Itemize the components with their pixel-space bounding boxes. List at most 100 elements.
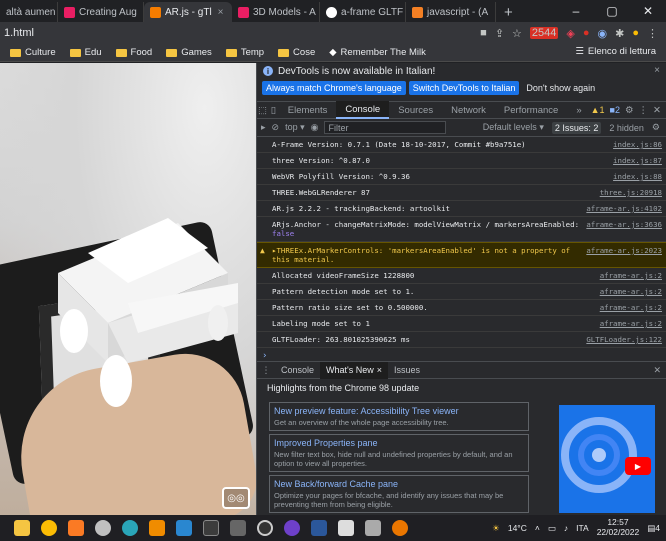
calculator-icon[interactable] — [203, 520, 219, 536]
tab-elements[interactable]: Elements — [279, 101, 337, 119]
profile-icon[interactable]: ● — [632, 27, 639, 39]
close-icon[interactable]: × — [218, 7, 224, 18]
browser-tab-0[interactable]: altà aumen — [0, 2, 58, 22]
app-icon[interactable] — [95, 520, 111, 536]
tab-console[interactable]: Console — [336, 101, 390, 119]
dismiss-button[interactable]: Don't show again — [522, 81, 599, 95]
tab-performance[interactable]: Performance — [495, 101, 567, 119]
temperature[interactable]: 14°C — [508, 523, 527, 533]
pen-icon[interactable] — [230, 520, 246, 536]
close-icon[interactable]: × — [377, 365, 382, 375]
bookmark-folder[interactable]: Games — [166, 47, 212, 58]
log-source-link[interactable]: aframe-ar.js:2 — [594, 319, 662, 328]
clear-console-icon[interactable]: ⊘ — [272, 122, 280, 133]
console-filter-input[interactable]: Filter — [324, 121, 447, 134]
volume-icon[interactable]: ♪ — [564, 523, 568, 533]
gear-icon[interactable]: ⚙ — [625, 105, 634, 116]
xampp-icon[interactable] — [68, 520, 84, 536]
obs-icon[interactable] — [257, 520, 273, 536]
minimize-icon[interactable]: – — [558, 4, 594, 18]
vlc-icon[interactable] — [149, 520, 165, 536]
bookmark-folder[interactable]: Edu — [69, 47, 102, 58]
browser-tab-5[interactable]: javascript - (A — [406, 2, 496, 22]
log-levels-select[interactable]: Default levels ▾ — [483, 122, 544, 133]
warning-counter[interactable]: ▲1 — [591, 105, 605, 115]
gear-icon[interactable]: ⚙ — [652, 122, 660, 133]
chrome-icon[interactable] — [41, 520, 57, 536]
log-source-link[interactable]: aframe-ar.js:2023 — [580, 246, 662, 264]
log-source-link[interactable]: aframe-ar.js:4102 — [580, 204, 662, 213]
bookmark-folder[interactable]: Cose — [278, 47, 315, 58]
drawer-tab-console[interactable]: Console — [275, 362, 320, 379]
puzzle-icon[interactable]: ✱ — [615, 27, 624, 40]
whats-new-card[interactable]: New preview feature: Accessibility Tree … — [269, 402, 529, 431]
log-source-link[interactable]: GLTFLoader.js:122 — [580, 335, 662, 344]
unity-icon[interactable] — [338, 520, 354, 536]
drawer-tab-issues[interactable]: Issues — [388, 362, 426, 379]
bookmark-folder[interactable]: Food — [115, 47, 152, 58]
notifications-icon[interactable]: ▤4 — [647, 523, 660, 534]
log-source-link[interactable]: aframe-ar.js:2 — [594, 303, 662, 312]
new-tab-button[interactable]: + — [496, 2, 521, 22]
tray-expand-icon[interactable]: ˄ — [535, 523, 540, 533]
app-icon[interactable] — [365, 520, 381, 536]
youtube-play-icon[interactable]: ▶ — [625, 457, 651, 475]
log-source-link[interactable]: index.js:88 — [607, 172, 662, 181]
eye-icon[interactable]: ◉ — [311, 122, 319, 133]
close-icon[interactable]: × — [654, 65, 660, 76]
clock[interactable]: 12:57 22/02/2022 — [597, 517, 640, 538]
camera-icon[interactable]: ■ — [480, 27, 487, 39]
star-icon[interactable]: ☆ — [512, 27, 522, 40]
drawer-menu-icon[interactable]: ⋮ — [257, 365, 275, 376]
whats-new-card[interactable]: Improved Properties pane New filter text… — [269, 434, 529, 472]
issue-counter[interactable]: ■2 — [610, 105, 620, 115]
log-source-link[interactable]: aframe-ar.js:2 — [594, 271, 662, 280]
close-window-icon[interactable]: ✕ — [630, 4, 666, 18]
log-source-link[interactable]: three.js:20918 — [594, 188, 662, 197]
sidebar-toggle-icon[interactable]: ▸ — [261, 122, 266, 133]
vr-mode-button[interactable]: ◎◎ — [222, 487, 250, 509]
network-icon[interactable]: ▭ — [548, 523, 556, 534]
log-warning-entry[interactable]: ▲ ▸THREEx.ArMarkerControls: 'markersAreaE… — [257, 242, 666, 268]
log-source-link[interactable]: aframe-ar.js:3636 — [580, 220, 662, 238]
browser-tab-4[interactable]: a-frame GLTF — [320, 2, 406, 22]
browser-tab-3[interactable]: 3D Models - A — [232, 2, 320, 22]
tab-network[interactable]: Network — [442, 101, 495, 119]
drawer-tab-whats-new[interactable]: What's New × — [320, 361, 389, 379]
extension-icon[interactable]: ◉ — [598, 27, 608, 40]
menu-icon[interactable]: ⋮ — [647, 27, 658, 40]
switch-language-button[interactable]: Switch DevTools to Italian — [408, 81, 520, 95]
share-icon[interactable]: ⇪ — [495, 27, 504, 40]
ar-camera-view[interactable]: ◎◎ — [0, 63, 256, 515]
tab-sources[interactable]: Sources — [389, 101, 442, 119]
close-devtools-icon[interactable]: ✕ — [653, 105, 661, 116]
github-icon[interactable] — [284, 520, 300, 536]
issues-button[interactable]: 2 Issues: 2 — [551, 121, 602, 134]
word-icon[interactable] — [311, 520, 327, 536]
vscode-icon[interactable] — [176, 520, 192, 536]
pocket-icon[interactable]: ◈ — [566, 27, 574, 40]
browser-tab-2[interactable]: AR.js - gTl × — [144, 2, 232, 22]
address-bar[interactable]: 1.html — [0, 27, 480, 39]
more-options-icon[interactable]: ⋮ — [639, 105, 649, 116]
bookmark-link[interactable]: ◆ Remember The Milk — [329, 47, 426, 58]
reading-list[interactable]: ☰ Elenco di lettura — [575, 46, 656, 57]
close-drawer-icon[interactable]: ✕ — [653, 365, 666, 376]
bookmark-folder[interactable]: Temp — [225, 47, 264, 58]
chrome-98-video-thumbnail[interactable]: ▶ — [559, 405, 655, 513]
blender-icon[interactable] — [392, 520, 408, 536]
match-language-button[interactable]: Always match Chrome's language — [262, 81, 406, 95]
bookmark-folder[interactable]: Culture — [10, 47, 56, 58]
context-select[interactable]: top ▾ — [285, 122, 305, 133]
log-source-link[interactable]: index.js:86 — [607, 140, 662, 149]
inspect-icon[interactable]: ⬚ — [257, 105, 268, 116]
log-source-link[interactable]: index.js:87 — [607, 156, 662, 165]
language-indicator[interactable]: ITA — [576, 523, 589, 533]
file-explorer-icon[interactable] — [14, 520, 30, 536]
extension-icon[interactable]: ● — [583, 27, 590, 39]
whats-new-card[interactable]: New Back/forward Cache pane Optimize you… — [269, 475, 529, 513]
weather-icon[interactable]: ☀ — [492, 523, 500, 534]
log-source-link[interactable]: aframe-ar.js:2 — [594, 287, 662, 296]
maximize-icon[interactable]: ▢ — [594, 4, 630, 18]
extension-badge[interactable]: 2544 — [529, 27, 559, 39]
